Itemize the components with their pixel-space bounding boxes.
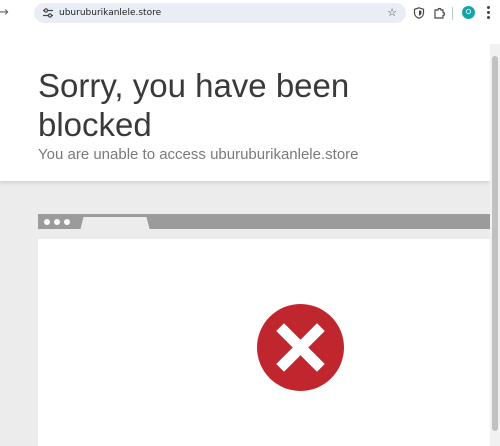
puzzle-icon[interactable] <box>433 6 446 19</box>
page-subtitle: You are unable to access uburuburikanlel… <box>38 146 359 163</box>
page-content: Sorry, you have been blocked You are una… <box>0 44 500 446</box>
shield-icon[interactable] <box>413 7 425 19</box>
x-circle-icon <box>257 304 344 391</box>
forward-arrow-icon[interactable]: → <box>0 4 12 22</box>
address-bar[interactable]: uburuburikanlele.store ☆ <box>34 3 406 23</box>
tune-icon[interactable] <box>42 7 54 19</box>
browser-illustration <box>38 214 490 446</box>
illustration-dot <box>64 219 70 225</box>
illustration-dot <box>54 219 60 225</box>
toolbar-divider <box>452 7 453 20</box>
illustration-title-bar <box>38 214 490 231</box>
profile-avatar[interactable]: O <box>462 6 475 19</box>
block-message-card: Sorry, you have been blocked You are una… <box>0 44 490 181</box>
url-text[interactable]: uburuburikanlele.store <box>59 3 161 23</box>
browser-toolbar: → uburuburikanlele.store ☆ O <box>0 0 500 26</box>
vertical-scrollbar[interactable] <box>490 44 500 446</box>
scrollbar-thumb[interactable] <box>492 56 498 431</box>
illustration-tab <box>80 217 150 231</box>
illustration-viewport <box>38 239 490 446</box>
illustration-dot <box>44 219 50 225</box>
kebab-menu-icon[interactable] <box>486 5 490 21</box>
star-icon[interactable]: ☆ <box>387 3 397 23</box>
page-title: Sorry, you have been blocked <box>38 67 350 143</box>
